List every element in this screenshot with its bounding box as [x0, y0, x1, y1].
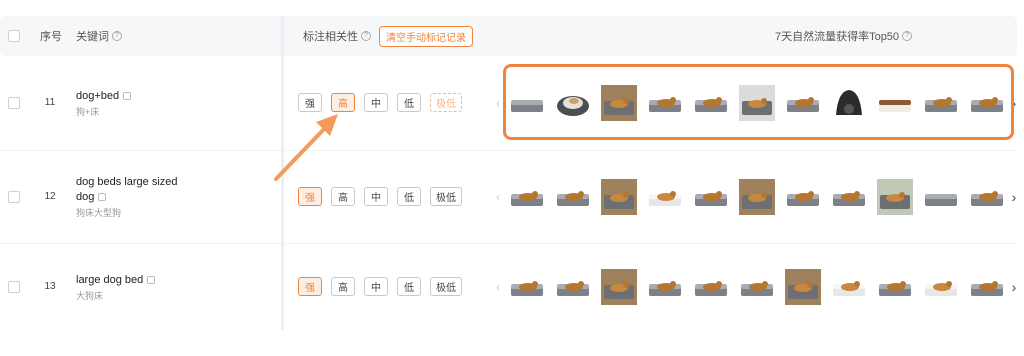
annotation-arrow-icon [274, 114, 338, 181]
